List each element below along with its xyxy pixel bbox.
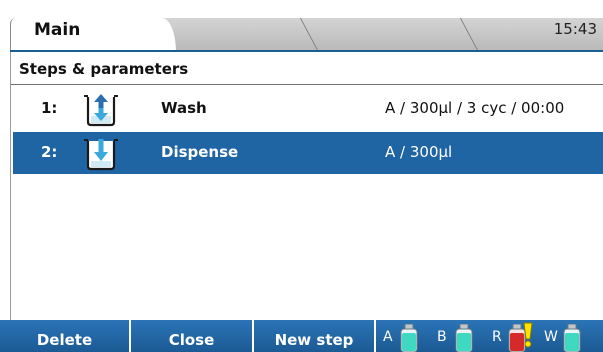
bottle-b-icon [454, 323, 474, 352]
bottle-r-label: R [492, 329, 502, 345]
bottle-w-icon [562, 323, 582, 352]
steps-panel: Steps & parameters 1: Wash A / 300µl / 3… [10, 52, 603, 320]
delete-button[interactable]: Delete [0, 320, 131, 352]
tab-bar: Main 15:43 [0, 0, 603, 52]
section-title: Steps & parameters [19, 60, 189, 78]
bottle-b-label: B [437, 329, 447, 345]
step-params: A / 300µl [385, 143, 453, 161]
tab-3[interactable] [320, 18, 478, 52]
step-name: Wash [161, 99, 207, 117]
tab-main-label: Main [34, 20, 81, 40]
tab-2[interactable] [176, 18, 318, 52]
bottle-a-icon [399, 323, 419, 352]
clock: 15:43 [553, 20, 597, 38]
bottle-a-label: A [383, 329, 393, 345]
step-number: 1: [41, 99, 58, 117]
bottle-w-label: W [544, 329, 558, 345]
dispense-icon [79, 134, 123, 172]
tab-4[interactable] [480, 18, 550, 52]
step-row-1[interactable]: 1: Wash A / 300µl / 3 cyc / 00:00 [13, 88, 603, 130]
step-number: 2: [41, 143, 58, 161]
step-row-2[interactable]: 2: Dispense A / 300µl [13, 132, 603, 174]
new-step-button[interactable]: New step [254, 320, 376, 352]
step-params: A / 300µl / 3 cyc / 00:00 [385, 99, 565, 117]
step-name: Dispense [161, 143, 239, 161]
bottom-bar: Delete Close New step A B R W [0, 320, 603, 352]
bottle-status-area: A B R W [376, 320, 603, 352]
close-button[interactable]: Close [131, 320, 254, 352]
section-divider [11, 84, 603, 85]
warning-icon [521, 322, 535, 348]
wash-icon [79, 90, 123, 128]
